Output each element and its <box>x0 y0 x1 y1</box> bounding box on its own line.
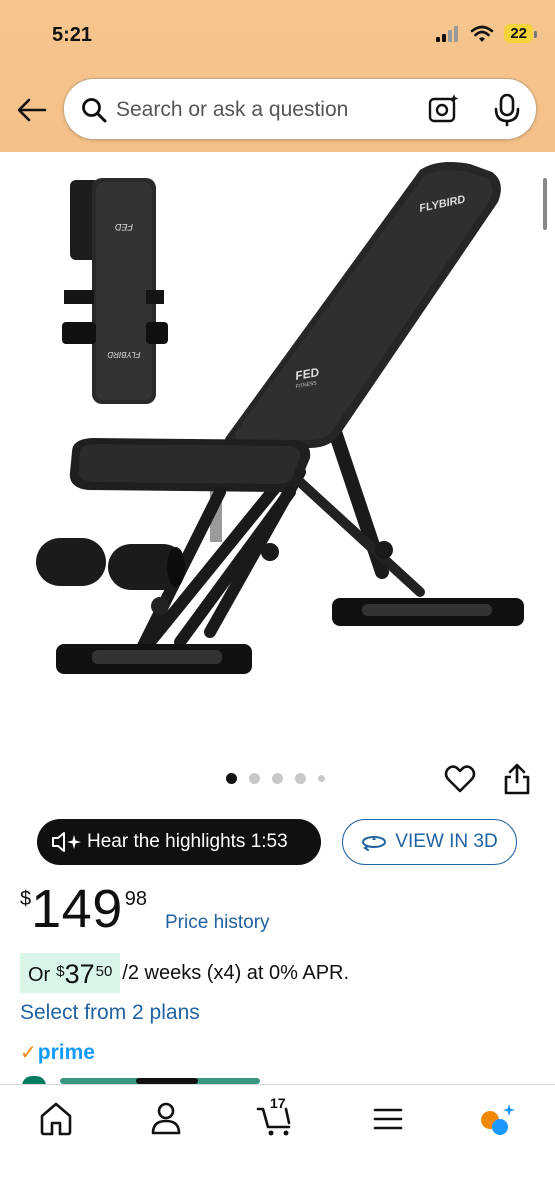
price-fraction: 98 <box>124 888 147 910</box>
carousel-dot[interactable] <box>226 773 237 784</box>
wifi-icon <box>471 25 494 42</box>
carousel-dots[interactable] <box>226 773 325 784</box>
carousel-dot[interactable] <box>249 773 260 784</box>
installment-whole: 37 <box>64 959 95 989</box>
status-time: 5:21 <box>52 24 93 46</box>
share-icon[interactable] <box>503 762 531 796</box>
prime-badge: ✓ prime <box>20 1040 95 1065</box>
price-history-link[interactable]: Price history <box>165 912 270 934</box>
carousel-dot[interactable] <box>272 773 283 784</box>
app-header: 5:21 22 <box>0 0 555 152</box>
select-plans-link[interactable]: Select from 2 plans <box>20 1001 200 1025</box>
installment-highlight: Or $ 37 50 <box>20 953 121 993</box>
search-icon <box>82 98 107 123</box>
prime-check-icon: ✓ <box>20 1042 37 1064</box>
prime-label: prime <box>37 1040 95 1064</box>
product-image[interactable]: FED FLYBIRD FLYBIRD FED FITNESS <box>0 152 555 752</box>
microphone-icon[interactable] <box>492 93 522 127</box>
nav-menu[interactable] <box>368 1099 408 1139</box>
nav-account[interactable] <box>146 1099 186 1139</box>
home-icon <box>40 1102 72 1136</box>
view-in-3d-label: VIEW IN 3D <box>395 831 498 852</box>
person-icon <box>151 1102 181 1135</box>
menu-icon <box>373 1108 403 1130</box>
image-scrollbar[interactable] <box>543 178 547 230</box>
camera-lens-icon[interactable] <box>428 93 460 125</box>
back-arrow-icon <box>17 98 47 122</box>
inset-brand: FLYBIRD <box>107 350 140 359</box>
battery-indicator: 22 <box>504 24 537 43</box>
installment-currency: $ <box>56 963 65 980</box>
back-button[interactable] <box>14 92 50 128</box>
installment-fraction: 50 <box>95 963 113 980</box>
search-input[interactable] <box>116 95 416 125</box>
carousel-dot[interactable] <box>318 775 325 782</box>
search-bar[interactable] <box>63 78 537 140</box>
cart-count: 17 <box>270 1095 286 1111</box>
status-indicators: 22 <box>436 24 537 43</box>
hear-highlights-button[interactable]: Hear the highlights 1:53 <box>37 819 321 865</box>
price-whole: 149 <box>31 879 123 939</box>
heart-icon[interactable] <box>444 764 476 794</box>
price-currency: $ <box>20 888 32 910</box>
nav-cart[interactable]: 17 <box>256 1095 296 1139</box>
product-price: $ 149 98 <box>20 882 147 936</box>
inset-sub-brand: FED <box>114 222 133 232</box>
installment-offer: Or $ 37 50 /2 weeks (x4) at 0% APR. <box>20 953 349 993</box>
bottom-nav: 17 <box>0 1084 555 1200</box>
carousel-dot[interactable] <box>295 773 306 784</box>
nav-home[interactable] <box>36 1099 76 1139</box>
rufus-assistant-icon <box>481 1104 515 1135</box>
cellular-signal-icon <box>436 25 459 42</box>
installment-prefix: Or <box>28 964 51 986</box>
view-in-3d-button[interactable]: VIEW IN 3D <box>342 819 517 865</box>
nav-rufus[interactable] <box>476 1099 516 1139</box>
home-indicator <box>136 1078 198 1084</box>
installment-terms: /2 weeks (x4) at 0% APR. <box>122 961 350 984</box>
folded-bench-inset: FED FLYBIRD <box>62 178 168 404</box>
speaker-sparkle-icon <box>52 832 81 852</box>
hear-highlights-label: Hear the highlights 1:53 <box>87 831 288 852</box>
rotate-3d-icon <box>362 836 387 851</box>
